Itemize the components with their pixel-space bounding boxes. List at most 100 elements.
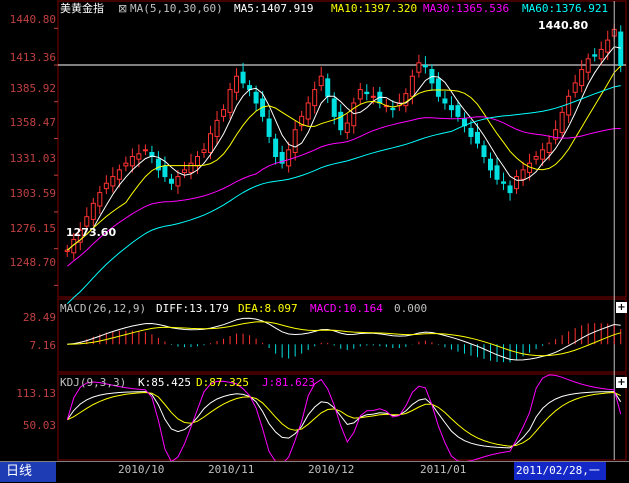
y-tick-4: 1358.47 bbox=[9, 116, 56, 129]
main-panel-frame bbox=[57, 0, 627, 298]
ma30-value: MA30:1365.536 bbox=[423, 2, 510, 15]
candle-body bbox=[312, 89, 318, 107]
candle-body bbox=[585, 58, 591, 73]
y-tick-2: 1413.36 bbox=[9, 51, 56, 64]
ma5-value: MA5:1407.919 bbox=[234, 2, 314, 15]
date-label-oct: 2010/10 bbox=[118, 463, 165, 476]
candle-body bbox=[559, 111, 565, 133]
candle-body bbox=[566, 95, 572, 116]
kdj-y-tick-1: 113.13 bbox=[16, 387, 56, 400]
y-tick-8: 1248.70 bbox=[9, 256, 56, 269]
candle-body bbox=[533, 156, 539, 160]
kdj-expand-button[interactable]: + bbox=[616, 377, 627, 388]
candle-body bbox=[455, 105, 461, 117]
candle-body bbox=[546, 142, 552, 153]
macd-diff-line bbox=[67, 317, 621, 361]
kdj-j-value: J:81.623 bbox=[262, 376, 315, 389]
chart-canvas[interactable] bbox=[0, 0, 629, 482]
candle-body bbox=[579, 69, 585, 87]
ma30-line bbox=[66, 116, 621, 267]
candle-body bbox=[194, 156, 200, 167]
candle-body bbox=[618, 31, 624, 67]
candle-body bbox=[97, 192, 103, 207]
candle-body bbox=[214, 119, 220, 137]
candle-body bbox=[501, 181, 507, 184]
candle-body bbox=[474, 131, 480, 144]
macd-y-tick-2: 7.16 bbox=[29, 339, 57, 352]
macd-zero-value: 0.000 bbox=[394, 302, 428, 315]
candle-body bbox=[481, 145, 487, 158]
candle-body bbox=[136, 153, 142, 160]
macd-y-tick-1: 28.49 bbox=[22, 311, 56, 324]
candle-body bbox=[390, 107, 396, 111]
cursor-date-readout: 2011/02/28,一 bbox=[514, 462, 606, 480]
kdj-k-line bbox=[66, 391, 622, 449]
candle-body bbox=[266, 118, 272, 137]
candle-body bbox=[286, 149, 292, 167]
hide-indicator-icon[interactable]: ⊠ bbox=[118, 3, 127, 15]
ma60-line bbox=[66, 85, 621, 305]
y-tick-1: 1440.80 bbox=[9, 13, 56, 26]
kdj-d-value: D:87.325 bbox=[196, 376, 249, 389]
candle-body bbox=[110, 176, 116, 187]
ma5-line bbox=[66, 46, 621, 251]
candle-body bbox=[240, 71, 246, 84]
candle-body bbox=[494, 165, 500, 180]
candle-body bbox=[605, 39, 611, 53]
candle-body bbox=[403, 93, 409, 107]
candle-body bbox=[234, 75, 240, 93]
kdj-params: KDJ(9,3,3) bbox=[60, 376, 127, 389]
candle-body bbox=[488, 158, 494, 171]
candle-body bbox=[598, 48, 604, 60]
macd-dea-line bbox=[67, 321, 621, 357]
candle-body bbox=[592, 54, 598, 57]
candle-body bbox=[514, 176, 520, 190]
kdj-k-value: K:85.425 bbox=[138, 376, 191, 389]
high-price-label: 1440.80 bbox=[538, 19, 589, 32]
macd-dea-value: DEA:8.097 bbox=[238, 302, 298, 315]
candle-body bbox=[325, 78, 331, 97]
candle-body bbox=[227, 89, 233, 113]
candle-body bbox=[416, 62, 422, 73]
candle-body bbox=[422, 65, 428, 68]
date-label-jan: 2011/01 bbox=[420, 463, 467, 476]
macd-expand-button[interactable]: + bbox=[616, 302, 627, 313]
candle-body bbox=[357, 89, 363, 100]
candle-body bbox=[442, 98, 448, 104]
y-tick-5: 1331.03 bbox=[9, 152, 56, 165]
date-label-nov: 2010/11 bbox=[208, 463, 255, 476]
candle-body bbox=[168, 178, 174, 184]
kdj-y-tick-2: 50.03 bbox=[22, 419, 56, 432]
y-tick-6: 1303.59 bbox=[9, 187, 56, 200]
candle-body bbox=[129, 156, 135, 167]
candle-body bbox=[305, 102, 311, 120]
candle-body bbox=[273, 138, 279, 158]
candle-body bbox=[201, 149, 207, 153]
candle-body bbox=[175, 176, 181, 187]
candle-body bbox=[84, 216, 90, 227]
candle-body bbox=[331, 98, 337, 117]
candle-body bbox=[351, 102, 357, 127]
candle-body bbox=[181, 169, 187, 174]
candle-body bbox=[344, 122, 350, 133]
kdj-d-line bbox=[67, 391, 621, 447]
candle-body bbox=[162, 165, 168, 178]
candle-body bbox=[253, 91, 259, 104]
macd-hist-value: MACD:10.164 bbox=[310, 302, 383, 315]
candle-body bbox=[364, 91, 370, 95]
macd-params: MACD(26,12,9) bbox=[60, 302, 147, 315]
period-selector[interactable]: 日线 bbox=[0, 462, 56, 482]
candle-body bbox=[64, 249, 70, 253]
candle-body bbox=[435, 78, 441, 97]
candle-body bbox=[221, 109, 227, 117]
macd-diff-value: DIFF:13.179 bbox=[156, 302, 229, 315]
candle-body bbox=[338, 111, 344, 131]
candle-body bbox=[318, 75, 324, 87]
candle-body bbox=[123, 162, 129, 167]
date-label-dec: 2010/12 bbox=[308, 463, 355, 476]
candle-body bbox=[103, 182, 109, 190]
candle-body bbox=[142, 149, 148, 152]
ma-params: MA(5,10,30,60) bbox=[130, 2, 223, 15]
instrument-title: 美黄金指 bbox=[60, 2, 104, 15]
candle-body bbox=[448, 105, 454, 111]
